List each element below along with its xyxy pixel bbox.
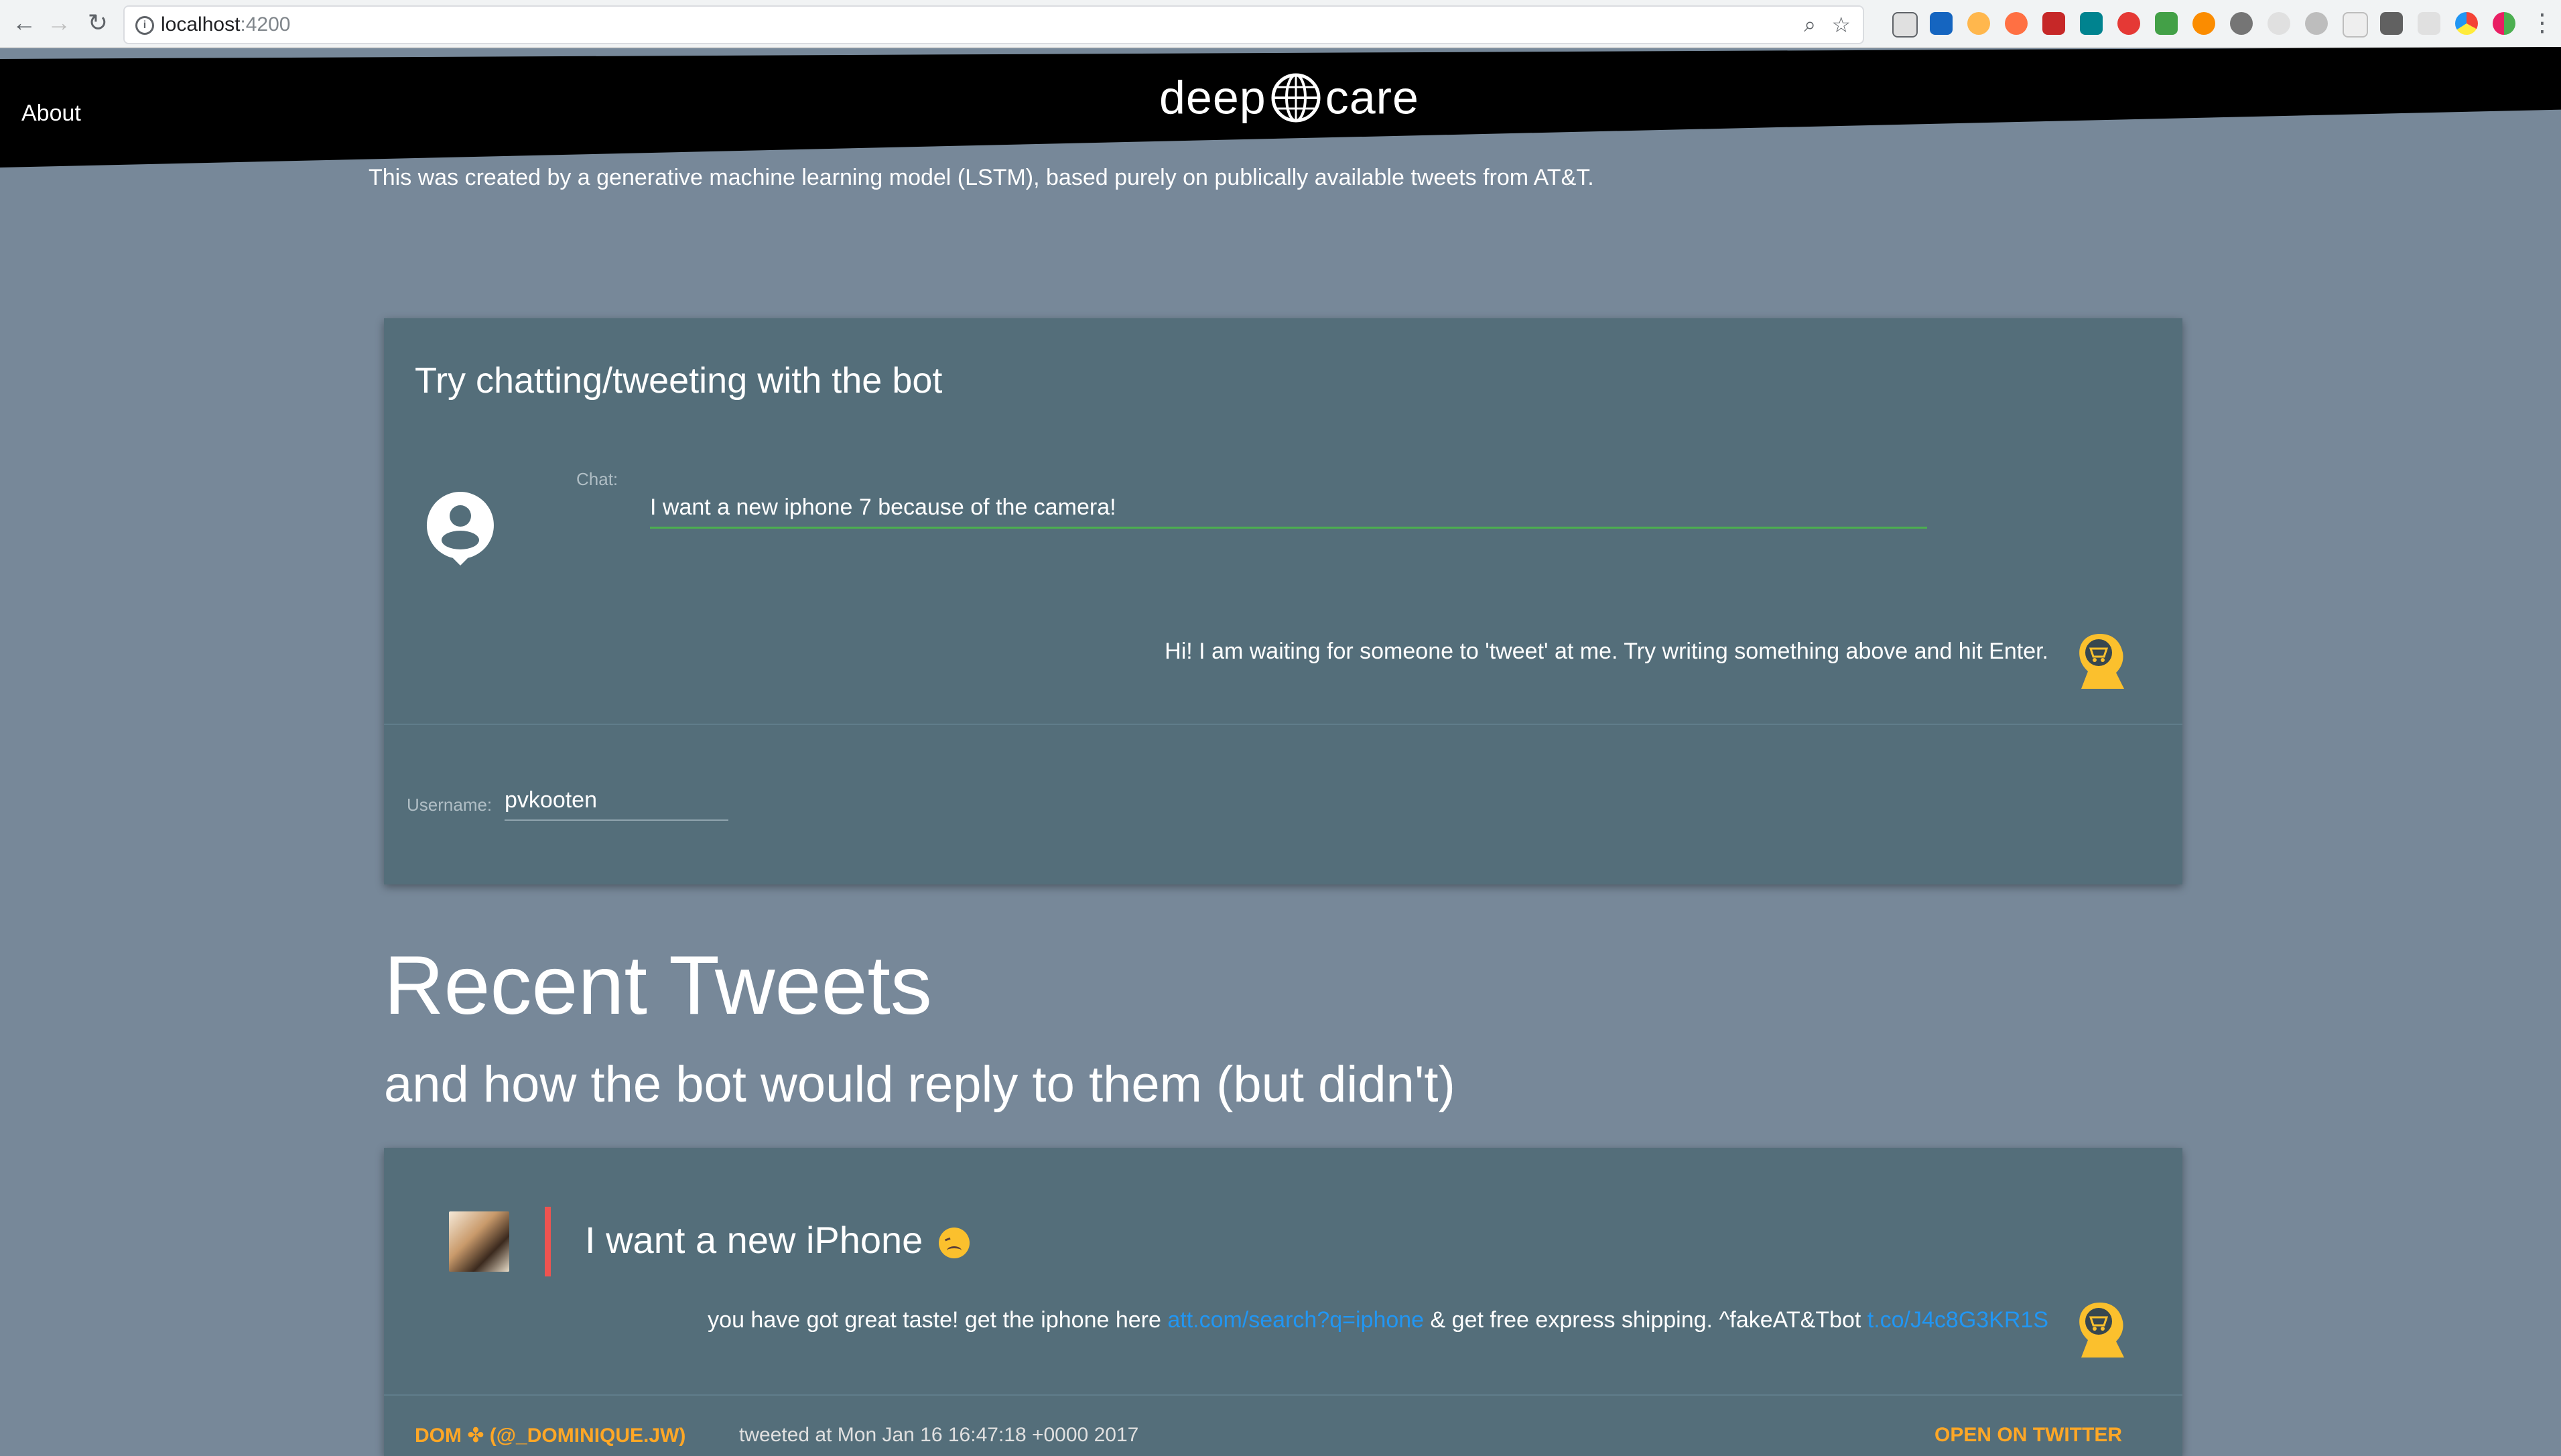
opera-icon[interactable] [2117,12,2140,35]
logo-text-left: deep [1159,71,1266,124]
chat-divider [384,724,2182,725]
about-link[interactable]: About [21,101,81,127]
extension-box-icon[interactable] [2343,12,2368,38]
tweet-author-avatar[interactable] [449,1211,509,1272]
disappointed-face-emoji-icon [938,1228,970,1259]
tweet-text: I want a new iPhone [585,1218,970,1262]
globe-icon [1271,73,1321,123]
bot-greeting-message: Hi! I am waiting for someone to 'tweet' … [1165,639,2048,664]
tweet-divider [384,1394,2182,1396]
username-input[interactable] [505,781,728,821]
tweet-quote-bar [545,1207,551,1276]
bookmark-star-icon[interactable]: ☆ [1831,12,1851,38]
url-text: localhost:4200 [161,13,291,36]
bot-avatar-icon [2079,634,2124,689]
tweet-timestamp: tweeted at Mon Jan 16 16:47:18 +0000 201… [739,1424,1139,1446]
menu-dots-icon[interactable]: ⋮ [2527,8,2557,38]
chat-card: Try chatting/tweeting with the bot Chat:… [384,318,2182,884]
recent-tweets-subheading: and how the bot would reply to them (but… [384,1056,1455,1113]
cookie-extension-icon[interactable] [1967,12,1990,35]
chat-label: Chat: [576,469,618,489]
chat-card-title: Try chatting/tweeting with the bot [415,360,943,401]
bot-reply-text: you have got great taste! get the iphone… [708,1307,2048,1333]
reload-icon[interactable]: ↻ [83,8,113,38]
forward-icon[interactable]: → [44,8,74,38]
cors-extension-icon[interactable] [2155,12,2178,35]
tweet-author-handle[interactable]: DOM ✤ (@_DOMINIQUE.JW) [415,1424,685,1447]
info-icon[interactable]: i [135,16,154,35]
pie-extension-icon[interactable] [2455,12,2478,35]
fingerprint-icon[interactable] [2305,12,2328,35]
address-bar[interactable]: i localhost:4200 ⌕ ☆ [123,5,1864,44]
username-label: Username: [407,795,492,815]
sync-extension-icon[interactable] [2230,12,2253,35]
tweet-card: I want a new iPhone you have got great t… [384,1148,2182,1456]
recent-tweets-heading: Recent Tweets [384,939,932,1032]
user-avatar-icon [426,492,494,566]
back-icon[interactable]: ← [9,8,39,38]
shield-icon[interactable] [2380,12,2403,35]
extension-teal-icon[interactable] [2080,12,2103,35]
extension-light-icon[interactable] [2418,12,2440,35]
reply-link-tco[interactable]: t.co/J4c8G3KR1S [1867,1307,2048,1333]
cast-icon[interactable] [1892,12,1918,38]
extension-multicolor-icon[interactable] [2493,12,2515,35]
open-on-twitter-link[interactable]: OPEN ON TWITTER [1934,1424,2122,1447]
zoom-icon[interactable]: ⌕ [1804,12,1816,38]
logo-text-right: care [1325,71,1419,124]
extension-v-icon[interactable] [1930,12,1953,35]
chat-input[interactable] [650,488,1927,529]
browser-toolbar: ← → ↻ i localhost:4200 ⌕ ☆ ⋮ [0,0,2561,48]
site-logo[interactable]: deep care [1159,67,1419,127]
extension-red-icon[interactable] [2042,12,2065,35]
extension-grey-icon[interactable] [2268,12,2290,35]
reply-link-att-search[interactable]: att.com/search?q=iphone [1167,1307,1424,1333]
extension-orange-icon[interactable] [2005,12,2028,35]
play-extension-icon[interactable] [2192,12,2215,35]
bot-avatar-icon [2079,1303,2124,1358]
page-subtitle: This was created by a generative machine… [369,165,1594,190]
